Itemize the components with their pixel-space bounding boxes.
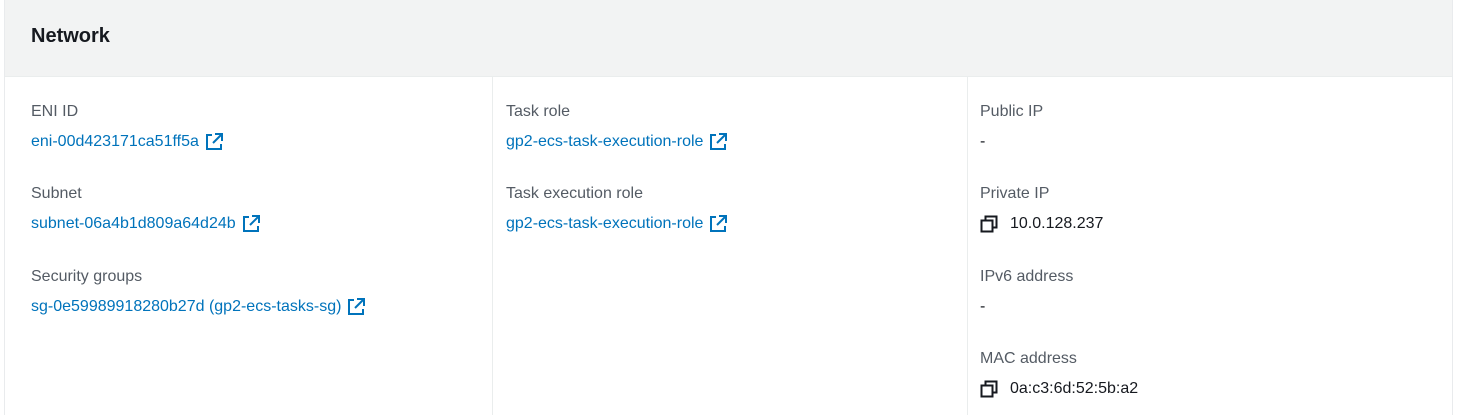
security-groups-field: Security groups sg-0e59989918280b27d (gp… bbox=[31, 266, 366, 318]
external-link-icon[interactable] bbox=[347, 298, 366, 316]
private-ip-text: 10.0.128.237 bbox=[1010, 215, 1104, 232]
task-role-field: Task role gp2-ecs-task-execution-role bbox=[506, 101, 728, 153]
task-role-link[interactable]: gp2-ecs-task-execution-role bbox=[506, 131, 703, 153]
copy-icon[interactable] bbox=[980, 380, 998, 398]
subnet-link[interactable]: subnet-06a4b1d809a64d24b bbox=[31, 213, 236, 235]
eni-id-link[interactable]: eni-00d423171ca51ff5a bbox=[31, 131, 199, 153]
task-role-value: gp2-ecs-task-execution-role bbox=[506, 131, 728, 153]
network-panel: Network ENI ID eni-00d423171ca51ff5a Sub… bbox=[4, 0, 1453, 415]
subnet-value: subnet-06a4b1d809a64d24b bbox=[31, 213, 260, 235]
mac-address-text: 0a:c3:6d:52:5b:a2 bbox=[1010, 380, 1139, 397]
ipv6-address-field: IPv6 address - bbox=[980, 266, 1073, 318]
mac-address-label: MAC address bbox=[980, 350, 1077, 367]
public-ip-field: Public IP - bbox=[980, 101, 1043, 153]
task-execution-role-link[interactable]: gp2-ecs-task-execution-role bbox=[506, 213, 703, 235]
mac-address-field: MAC address 0a:c3:6d:52:5b:a2 bbox=[980, 348, 1138, 400]
ipv6-address-label: IPv6 address bbox=[980, 268, 1074, 285]
network-column-right: Public IP - Private IP 10.0.128.237 IPv6… bbox=[967, 77, 1453, 415]
public-ip-label: Public IP bbox=[980, 103, 1044, 120]
subnet-label: Subnet bbox=[31, 185, 82, 202]
subnet-field: Subnet subnet-06a4b1d809a64d24b bbox=[31, 183, 260, 235]
external-link-icon[interactable] bbox=[709, 215, 728, 233]
security-groups-label: Security groups bbox=[31, 268, 143, 285]
network-column-middle: Task role gp2-ecs-task-execution-role Ta… bbox=[492, 77, 967, 415]
network-column-left: ENI ID eni-00d423171ca51ff5a Subnet subn… bbox=[5, 77, 492, 415]
panel-header: Network bbox=[5, 0, 1452, 77]
eni-id-label: ENI ID bbox=[31, 103, 79, 120]
security-groups-link[interactable]: sg-0e59989918280b27d (gp2-ecs-tasks-sg) bbox=[31, 296, 341, 318]
public-ip-value: - bbox=[980, 133, 986, 150]
external-link-icon[interactable] bbox=[242, 215, 260, 233]
private-ip-value: 10.0.128.237 bbox=[980, 213, 1103, 235]
external-link-icon[interactable] bbox=[205, 133, 223, 151]
task-role-label: Task role bbox=[506, 103, 571, 120]
private-ip-label: Private IP bbox=[980, 185, 1050, 202]
private-ip-field: Private IP 10.0.128.237 bbox=[980, 183, 1103, 235]
ipv6-address-value: - bbox=[980, 298, 986, 315]
eni-id-field: ENI ID eni-00d423171ca51ff5a bbox=[31, 101, 223, 153]
security-groups-value: sg-0e59989918280b27d (gp2-ecs-tasks-sg) bbox=[31, 296, 366, 318]
panel-title: Network bbox=[31, 25, 110, 47]
task-execution-role-label: Task execution role bbox=[506, 185, 643, 202]
copy-icon[interactable] bbox=[980, 215, 998, 233]
mac-address-value: 0a:c3:6d:52:5b:a2 bbox=[980, 378, 1138, 400]
task-execution-role-value: gp2-ecs-task-execution-role bbox=[506, 213, 728, 235]
task-execution-role-field: Task execution role gp2-ecs-task-executi… bbox=[506, 183, 728, 235]
external-link-icon[interactable] bbox=[709, 133, 728, 151]
eni-id-value: eni-00d423171ca51ff5a bbox=[31, 131, 223, 153]
